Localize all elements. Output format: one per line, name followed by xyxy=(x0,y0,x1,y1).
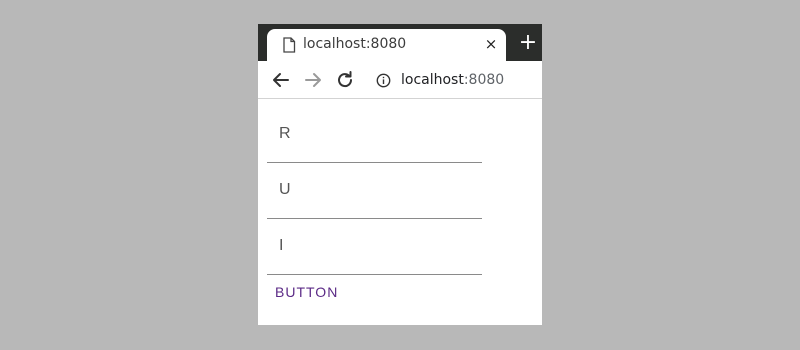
address-bar[interactable]: localhost:8080 xyxy=(370,66,536,94)
url-port: :8080 xyxy=(463,72,505,88)
text-input-2[interactable] xyxy=(267,162,482,217)
text-field-1 xyxy=(267,106,482,163)
browser-window: localhost:8080 × + localhost:8080 R U I … xyxy=(258,24,542,325)
url-host: localhost xyxy=(401,72,464,88)
text-field-2 xyxy=(267,162,482,219)
url-text[interactable]: localhost:8080 xyxy=(401,72,504,88)
info-icon[interactable] xyxy=(376,73,391,88)
close-icon[interactable]: × xyxy=(483,35,499,53)
page-content: BUTTON xyxy=(258,99,542,325)
new-tab-button[interactable]: + xyxy=(518,32,538,54)
reload-icon[interactable] xyxy=(334,69,356,91)
tab-title: localhost:8080 xyxy=(303,36,407,52)
browser-toolbar: localhost:8080 xyxy=(258,61,542,99)
text-input-3[interactable] xyxy=(267,218,482,273)
text-input-1[interactable] xyxy=(267,106,482,161)
page-icon xyxy=(283,37,296,53)
tab-strip: localhost:8080 × + xyxy=(258,24,542,61)
submit-button[interactable]: BUTTON xyxy=(267,280,346,304)
text-field-3 xyxy=(267,218,482,275)
arrow-left-icon[interactable] xyxy=(270,69,292,91)
arrow-right-icon[interactable] xyxy=(302,69,324,91)
tab-localhost[interactable]: localhost:8080 × xyxy=(267,29,506,61)
